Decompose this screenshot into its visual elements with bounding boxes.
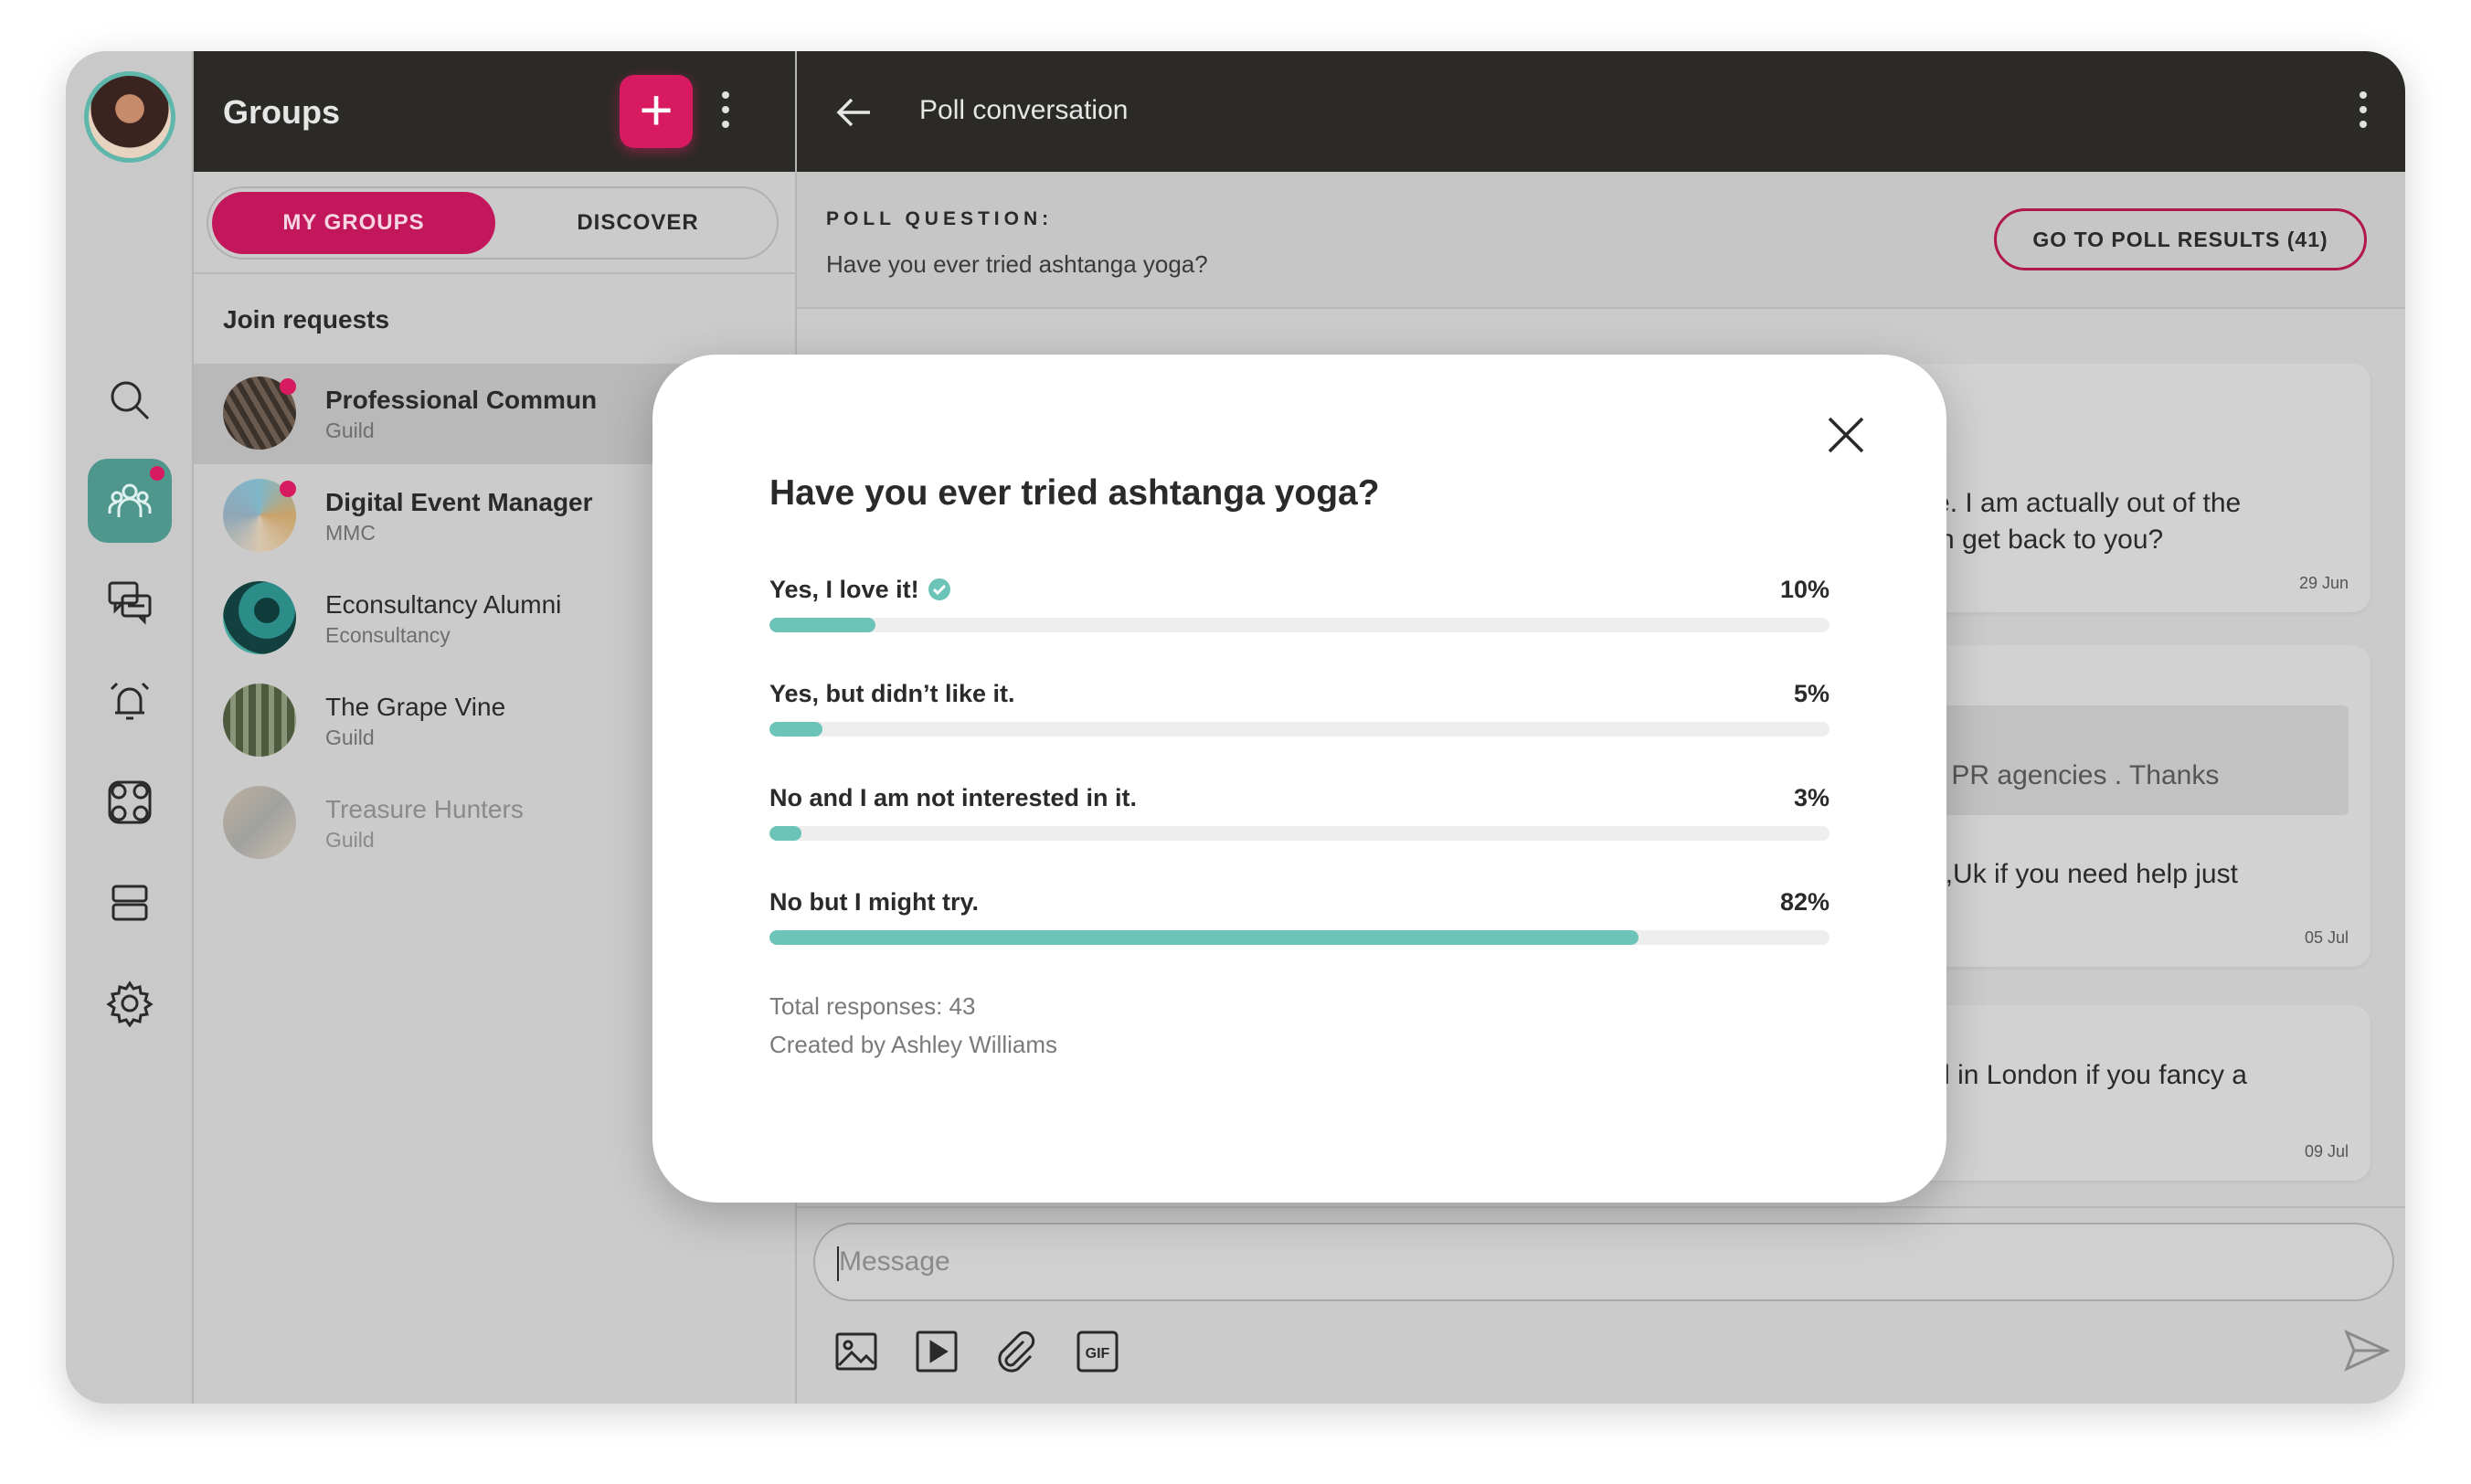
tab-my-groups[interactable]: MY GROUPS [212, 192, 495, 254]
poll-results-modal: Have you ever tried ashtanga yoga? Yes, … [652, 355, 1946, 1203]
poll-question-text: Have you ever tried ashtanga yoga? [826, 250, 1208, 278]
poll-option-label: No but I might try. [769, 888, 979, 917]
total-responses: Total responses: 43 [769, 992, 976, 1020]
poll-question-label: POLL QUESTION: [826, 208, 1054, 229]
gif-icon[interactable]: GIF [1075, 1329, 1120, 1374]
chat-icon[interactable] [88, 559, 172, 643]
group-name: Digital Event Manager [325, 488, 593, 516]
poll-option-text: No but I might try. [769, 888, 979, 916]
group-avatar [223, 581, 296, 654]
group-name: Econsultancy Alumni [325, 590, 562, 619]
poll-option-bar-fill [769, 930, 1639, 945]
poll-option: No but I might try. 82% [769, 888, 1829, 961]
message-time: 09 Jul [2304, 1142, 2349, 1161]
poll-option: Yes, I love it! 10% [769, 576, 1829, 649]
close-icon[interactable] [1824, 413, 1868, 457]
poll-option-bar-fill [769, 618, 875, 632]
group-avatar [223, 684, 296, 757]
poll-option-label: No and I am not interested in it. [769, 784, 1137, 812]
message-input[interactable]: Message [813, 1223, 2394, 1301]
message-time: 05 Jul [2304, 928, 2349, 947]
check-icon [928, 578, 950, 600]
group-name: The Grape Vine [325, 693, 506, 721]
poll-option-bar-fill [769, 826, 801, 841]
svg-text:GIF: GIF [1086, 1346, 1110, 1362]
divider [797, 1206, 2405, 1208]
message-time: 29 Jun [2298, 574, 2349, 592]
nav-rail [66, 51, 194, 1404]
created-by: Created by Ashley Williams [769, 1031, 1057, 1058]
poll-option-bar-track [769, 826, 1829, 841]
back-arrow-icon[interactable] [833, 91, 875, 133]
chat-menu-icon[interactable] [2360, 91, 2367, 135]
groups-tab-switch: MY GROUPS DISCOVER [207, 186, 779, 260]
unread-dot [280, 378, 296, 395]
poll-option-label: Yes, but didn’t like it. [769, 680, 1015, 708]
group-avatar [223, 786, 296, 859]
groups-header: Groups + [194, 51, 795, 172]
poll-option-bar-track [769, 930, 1829, 945]
chat-header: Poll conversation [797, 51, 2405, 172]
group-subtitle: Econsultancy [325, 623, 451, 647]
add-group-button[interactable]: + [620, 75, 693, 148]
search-icon[interactable] [88, 358, 172, 442]
poll-option-percent: 10% [1779, 576, 1829, 603]
join-requests-label: Join requests [223, 305, 390, 334]
groups-menu-icon[interactable] [722, 91, 729, 135]
user-avatar[interactable] [84, 71, 175, 163]
groups-notification-dot [150, 466, 164, 481]
poll-option: No and I am not interested in it. 3% [769, 784, 1829, 857]
tab-discover[interactable]: DISCOVER [501, 192, 775, 254]
poll-title: Have you ever tried ashtanga yoga? [769, 473, 1380, 513]
send-icon[interactable] [2341, 1325, 2392, 1376]
group-subtitle: Guild [325, 828, 375, 852]
poll-option-label: Yes, I love it! [769, 576, 950, 604]
poll-question-bar: POLL QUESTION: Have you ever tried ashta… [797, 172, 2405, 309]
groups-icon[interactable] [88, 459, 172, 543]
group-name: Treasure Hunters [325, 795, 524, 823]
poll-option-bar-track [769, 618, 1829, 632]
poll-results-button[interactable]: GO TO POLL RESULTS (41) [1994, 208, 2367, 270]
poll-option-percent: 3% [1793, 784, 1829, 811]
settings-icon[interactable] [88, 961, 172, 1045]
poll-option: Yes, but didn’t like it. 5% [769, 680, 1829, 753]
poll-option-percent: 82% [1779, 888, 1829, 916]
app-window: Groups + MY GROUPS DISCOVER Join request… [66, 51, 2405, 1404]
poll-option-bar-fill [769, 722, 822, 737]
image-icon[interactable] [833, 1329, 879, 1374]
group-subtitle: MMC [325, 521, 376, 545]
poll-option-text: Yes, I love it! [769, 576, 919, 603]
poll-option-text: Yes, but didn’t like it. [769, 680, 1015, 707]
group-subtitle: Guild [325, 726, 375, 749]
poll-option-text: No and I am not interested in it. [769, 784, 1138, 811]
poll-option-bar-track [769, 722, 1829, 737]
text-caret [837, 1246, 839, 1281]
unread-dot [280, 481, 296, 497]
chat-title: Poll conversation [919, 95, 1129, 125]
attachment-icon[interactable] [992, 1329, 1038, 1374]
message-placeholder: Message [839, 1246, 950, 1277]
notifications-icon[interactable] [88, 660, 172, 744]
group-name: Professional Commun [325, 386, 598, 414]
groups-title: Groups [223, 93, 341, 131]
apps-icon[interactable] [88, 760, 172, 844]
storage-icon[interactable] [88, 861, 172, 945]
video-icon[interactable] [914, 1329, 960, 1374]
divider [194, 272, 795, 274]
group-subtitle: Guild [325, 419, 375, 442]
poll-option-percent: 5% [1793, 680, 1829, 707]
